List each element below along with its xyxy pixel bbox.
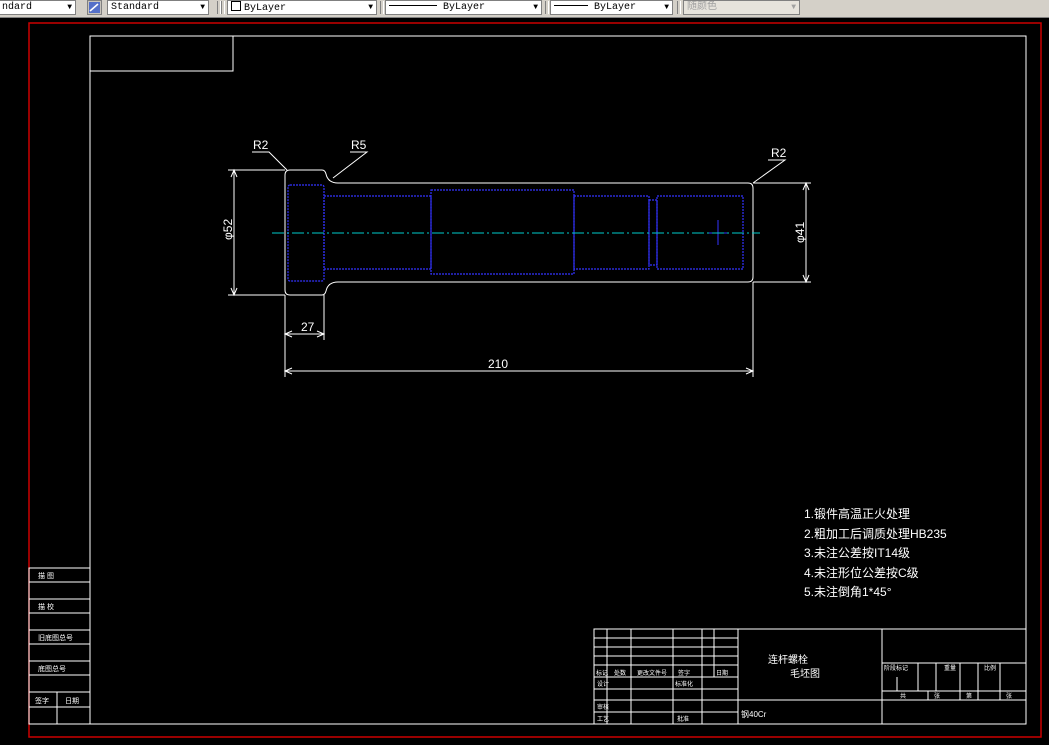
- technical-notes: 1.锻件高温正火处理 2.粗加工后调质处理HB235 3.未注公差按IT14级 …: [804, 506, 947, 599]
- side-label-4: 签字: [35, 696, 49, 705]
- chevron-down-icon: ▼: [67, 3, 72, 12]
- side-label-0: 描 图: [38, 571, 54, 580]
- tb-cell-7: 审核: [597, 703, 609, 711]
- tb-cell-13: 张: [934, 692, 940, 700]
- dim-27: 27: [301, 320, 315, 334]
- tb-cell-6: 标准化: [675, 680, 693, 688]
- drawing-type: 毛坯图: [790, 668, 820, 680]
- note-4: 4.未注形位公差按C级: [804, 565, 919, 580]
- color-swatch-icon: [231, 1, 241, 11]
- dim-dia-52: φ52: [221, 219, 235, 240]
- toolbar-separator: [677, 1, 681, 14]
- dim-210: 210: [488, 357, 508, 371]
- plot-style-dropdown: 随颜色 ▼: [683, 0, 800, 15]
- toolbar-separator: [380, 1, 384, 14]
- tb-cell-1: 处数: [614, 669, 626, 677]
- tb-cell-3: 签字: [678, 669, 690, 677]
- linetype-preview-icon: [389, 5, 437, 6]
- chevron-down-icon: ▼: [368, 3, 373, 12]
- chevron-down-icon: ▼: [200, 3, 205, 12]
- dim-r5: R5: [351, 138, 367, 152]
- tb-cell-14: 第: [966, 692, 972, 700]
- toolbar-separator: [545, 1, 549, 14]
- linetype-dropdown[interactable]: ByLayer ▼: [385, 0, 542, 15]
- drawing-number-box: [89, 35, 234, 72]
- note-3: 3.未注公差按IT14级: [804, 545, 910, 560]
- lineweight-preview-icon: [554, 5, 588, 6]
- toolbar-separator: [221, 1, 225, 14]
- side-label-3: 底图总号: [38, 664, 66, 673]
- note-1: 1.锻件高温正火处理: [804, 506, 910, 521]
- dim-style-value: Standard: [111, 2, 160, 13]
- toolbar: ndard ▼ Standard ▼ ByLayer ▼ ByLayer ▼ B…: [0, 0, 1049, 18]
- chevron-down-icon: ▼: [664, 3, 669, 12]
- tb-cell-11: 比例: [984, 664, 996, 672]
- layer-color-dropdown[interactable]: ByLayer ▼: [227, 0, 377, 15]
- dim-r2-right: R2: [771, 146, 787, 160]
- dimension-labels: R2 R5 R2 φ52 φ41 27 210: [221, 138, 807, 371]
- tb-cell-15: 张: [1006, 692, 1012, 700]
- linetype-value: ByLayer: [443, 2, 486, 13]
- tb-cell-0: 标记: [596, 669, 608, 677]
- note-2: 2.粗加工后调质处理HB235: [804, 527, 947, 541]
- text-style-value: ndard: [2, 2, 33, 13]
- text-style-dropdown[interactable]: ndard ▼: [0, 0, 76, 15]
- drawing-frame: [89, 35, 1027, 725]
- layer-color-value: ByLayer: [244, 3, 287, 14]
- chevron-down-icon: ▼: [533, 3, 538, 12]
- tb-cell-5: 设计: [597, 680, 609, 688]
- dim-style-dropdown[interactable]: Standard ▼: [107, 0, 209, 15]
- tb-cell-2: 更改文件号: [637, 669, 667, 677]
- side-label-1: 描 校: [38, 602, 54, 611]
- tb-cell-16: 批准: [677, 715, 689, 723]
- tb-cell-10: 重量: [944, 664, 956, 672]
- lineweight-dropdown[interactable]: ByLayer ▼: [550, 0, 673, 15]
- tb-cell-4: 日期: [716, 669, 728, 677]
- tb-cell-12: 共: [900, 692, 906, 700]
- chevron-down-icon: ▼: [791, 3, 796, 12]
- tb-cell-9: 阶段标记: [884, 664, 908, 672]
- lineweight-value: ByLayer: [594, 2, 637, 13]
- dimension-style-icon[interactable]: [87, 0, 102, 15]
- side-label-5: 日期: [65, 697, 79, 705]
- side-label-2: 旧底图总号: [38, 633, 73, 642]
- dimensions: [228, 151, 811, 377]
- plot-style-value: 随颜色: [687, 2, 717, 13]
- drawing-canvas[interactable]: R2 R5 R2 φ52 φ41 27 210 1.锻件高温正火处理 2.粗加工…: [0, 18, 1049, 745]
- material: 钢40Cr: [741, 709, 767, 719]
- note-5: 5.未注倒角1*45°: [804, 584, 892, 599]
- part-name: 连杆螺栓: [768, 653, 808, 666]
- tb-cell-8: 工艺: [597, 715, 609, 723]
- dim-dia-41: φ41: [793, 222, 807, 243]
- side-block-labels: 描 图 描 校 旧底图总号 底图总号 签字 日期: [35, 571, 79, 705]
- sheet-boundary: [28, 22, 1042, 738]
- dim-r2-left: R2: [253, 138, 269, 152]
